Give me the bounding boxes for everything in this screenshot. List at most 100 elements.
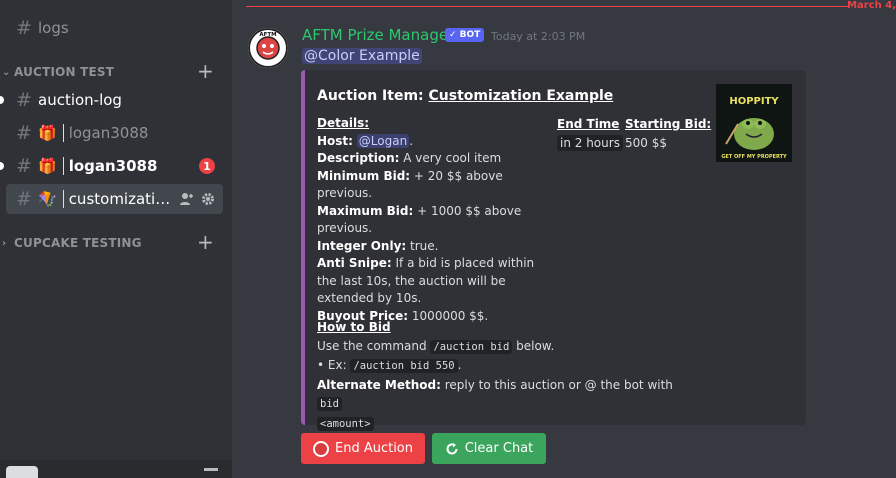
chevron-down-icon: ⌄ bbox=[2, 66, 11, 78]
integer-label: Integer Only: bbox=[317, 238, 407, 253]
channel-label: logan3088 bbox=[68, 124, 149, 142]
alternate-label: Alternate Method: bbox=[317, 377, 441, 392]
refresh-icon bbox=[446, 442, 458, 454]
separator bbox=[62, 190, 64, 208]
alternate-code-bid: bid bbox=[317, 397, 342, 411]
how-to-bid-field: How to Bid Use the command /auction bid … bbox=[317, 318, 687, 433]
example-prefix: • Ex: bbox=[317, 358, 351, 372]
host-line: Host: @Logan. bbox=[317, 133, 547, 151]
anti-snipe-label: Anti Snipe: bbox=[317, 256, 392, 270]
bot-avatar[interactable]: AFTM bbox=[248, 28, 288, 68]
embed-title-link[interactable]: Customization Example bbox=[429, 88, 614, 104]
discord-app: # logs ⌄ AUCTION TEST + # auction-log # … bbox=[0, 0, 896, 478]
add-channel-icon[interactable]: + bbox=[197, 230, 214, 254]
command-suffix: below. bbox=[512, 338, 555, 353]
alternate-line-2: <amount> bbox=[317, 414, 687, 434]
channel-actions bbox=[179, 192, 215, 206]
channel-label: logs bbox=[38, 19, 69, 37]
separator bbox=[62, 124, 64, 142]
user-mention[interactable]: @Logan bbox=[356, 133, 410, 148]
author-name[interactable]: AFTM Prize Manager bbox=[302, 26, 454, 44]
category-label: AUCTION TEST bbox=[14, 65, 115, 79]
starting-bid-value: 500 $$ bbox=[625, 136, 667, 150]
alternate-line: Alternate Method: reply to this auction … bbox=[317, 376, 687, 414]
starting-bid-field: Starting Bid: 500 $$ bbox=[625, 115, 711, 153]
separator bbox=[62, 157, 64, 175]
details-field: Details: Host: @Logan. Description: A ve… bbox=[317, 115, 547, 325]
auction-embed: Auction Item: Customization Example HOPP… bbox=[301, 70, 806, 431]
embed-thumbnail[interactable]: HOPPITY GET OFF MY PROPERTY bbox=[716, 84, 792, 162]
category-label: CUPCAKE TESTING bbox=[14, 236, 142, 250]
settings-icon[interactable] bbox=[204, 468, 218, 478]
date-label: March 4, bbox=[847, 0, 896, 11]
end-time-field: End Time in 2 hours bbox=[557, 115, 623, 153]
integer-line: Integer Only: true. bbox=[317, 238, 547, 256]
avatar[interactable] bbox=[6, 466, 38, 478]
channel-auction-log[interactable]: # auction-log bbox=[0, 85, 223, 115]
aftm-logo-icon: AFTM bbox=[248, 28, 288, 68]
min-bid-label: Minimum Bid: bbox=[317, 168, 411, 183]
end-time-header: End Time bbox=[557, 117, 620, 131]
invite-icon[interactable] bbox=[179, 192, 195, 206]
stop-circle-icon bbox=[312, 440, 329, 457]
channel-sidebar: # logs ⌄ AUCTION TEST + # auction-log # … bbox=[0, 0, 232, 478]
hash-icon: # bbox=[16, 188, 32, 210]
channel-logan3088-muted[interactable]: # 🎁 logan3088 bbox=[6, 118, 223, 148]
description-label: Description: bbox=[317, 151, 400, 165]
end-time-value: in 2 hours bbox=[557, 135, 623, 151]
channel-customization[interactable]: # 🪁 customization... bbox=[6, 184, 223, 214]
embed-title: Auction Item: Customization Example bbox=[317, 88, 613, 104]
max-bid-line: Maximum Bid: + 1000 $$ above previous. bbox=[317, 203, 547, 238]
svg-text:AFTM: AFTM bbox=[259, 32, 276, 38]
hash-icon: # bbox=[16, 122, 32, 144]
svg-text:HOPPITY: HOPPITY bbox=[729, 96, 779, 107]
bot-badge: ✓ BOT bbox=[445, 28, 485, 42]
channel-label: customization... bbox=[68, 190, 179, 208]
unread-indicator bbox=[0, 162, 4, 170]
description-line: Description: A very cool item bbox=[317, 150, 547, 168]
channel-label: auction-log bbox=[38, 91, 122, 109]
channel-label: logan3088 bbox=[68, 157, 158, 175]
role-mention[interactable]: @Color Example bbox=[302, 48, 422, 64]
description-value: A very cool item bbox=[399, 151, 502, 165]
new-messages-divider bbox=[246, 6, 848, 7]
command-line: Use the command /auction bid below. bbox=[317, 337, 687, 357]
add-channel-icon[interactable]: + bbox=[197, 59, 214, 83]
example-line: • Ex: /auction bid 550. bbox=[317, 356, 687, 376]
channel-logan3088-unread[interactable]: # 🎁 logan3088 1 bbox=[0, 151, 223, 181]
gear-icon[interactable] bbox=[201, 192, 215, 206]
example-suffix: . bbox=[457, 358, 462, 372]
hash-icon: # bbox=[16, 89, 32, 111]
category-auction-test[interactable]: ⌄ AUCTION TEST + bbox=[2, 59, 220, 83]
embed-title-prefix: Auction Item: bbox=[317, 88, 429, 104]
clear-chat-label: Clear Chat bbox=[464, 441, 534, 456]
alternate-code-amount: <amount> bbox=[317, 416, 374, 431]
message-timestamp: Today at 2:03 PM bbox=[491, 30, 586, 43]
integer-value: true. bbox=[406, 238, 439, 253]
chat-area: March 4, AFTM AFTM Prize Manager ✓ BOT T… bbox=[232, 0, 896, 478]
command-code: /auction bid bbox=[430, 339, 513, 354]
chevron-right-icon: › bbox=[2, 237, 7, 249]
user-panel bbox=[0, 460, 232, 478]
clear-chat-button[interactable]: Clear Chat bbox=[432, 433, 546, 464]
frog-image: HOPPITY GET OFF MY PROPERTY bbox=[716, 84, 792, 162]
category-cupcake-testing[interactable]: › CUPCAKE TESTING + bbox=[2, 230, 220, 254]
end-auction-button[interactable]: End Auction bbox=[301, 433, 425, 464]
max-bid-label: Maximum Bid: bbox=[317, 203, 414, 218]
svg-text:GET OFF MY PROPERTY: GET OFF MY PROPERTY bbox=[721, 154, 787, 160]
how-to-bid-header: How to Bid bbox=[317, 320, 391, 334]
example-code: /auction bid 550 bbox=[350, 359, 458, 373]
host-suffix: . bbox=[409, 133, 414, 148]
gift-icon: 🎁 bbox=[38, 124, 57, 142]
details-header: Details: bbox=[317, 116, 370, 130]
alternate-value: reply to this auction or @ the bot with bbox=[440, 377, 673, 392]
hash-icon: # bbox=[16, 17, 32, 39]
hash-icon: # bbox=[16, 155, 32, 177]
mention-badge: 1 bbox=[199, 158, 215, 174]
channel-logs[interactable]: # logs bbox=[6, 13, 223, 43]
starting-bid-header: Starting Bid: bbox=[625, 117, 712, 131]
kite-icon: 🪁 bbox=[38, 190, 57, 208]
host-label: Host: bbox=[317, 133, 353, 148]
command-prefix: Use the command bbox=[317, 338, 431, 353]
unread-indicator bbox=[0, 96, 4, 104]
